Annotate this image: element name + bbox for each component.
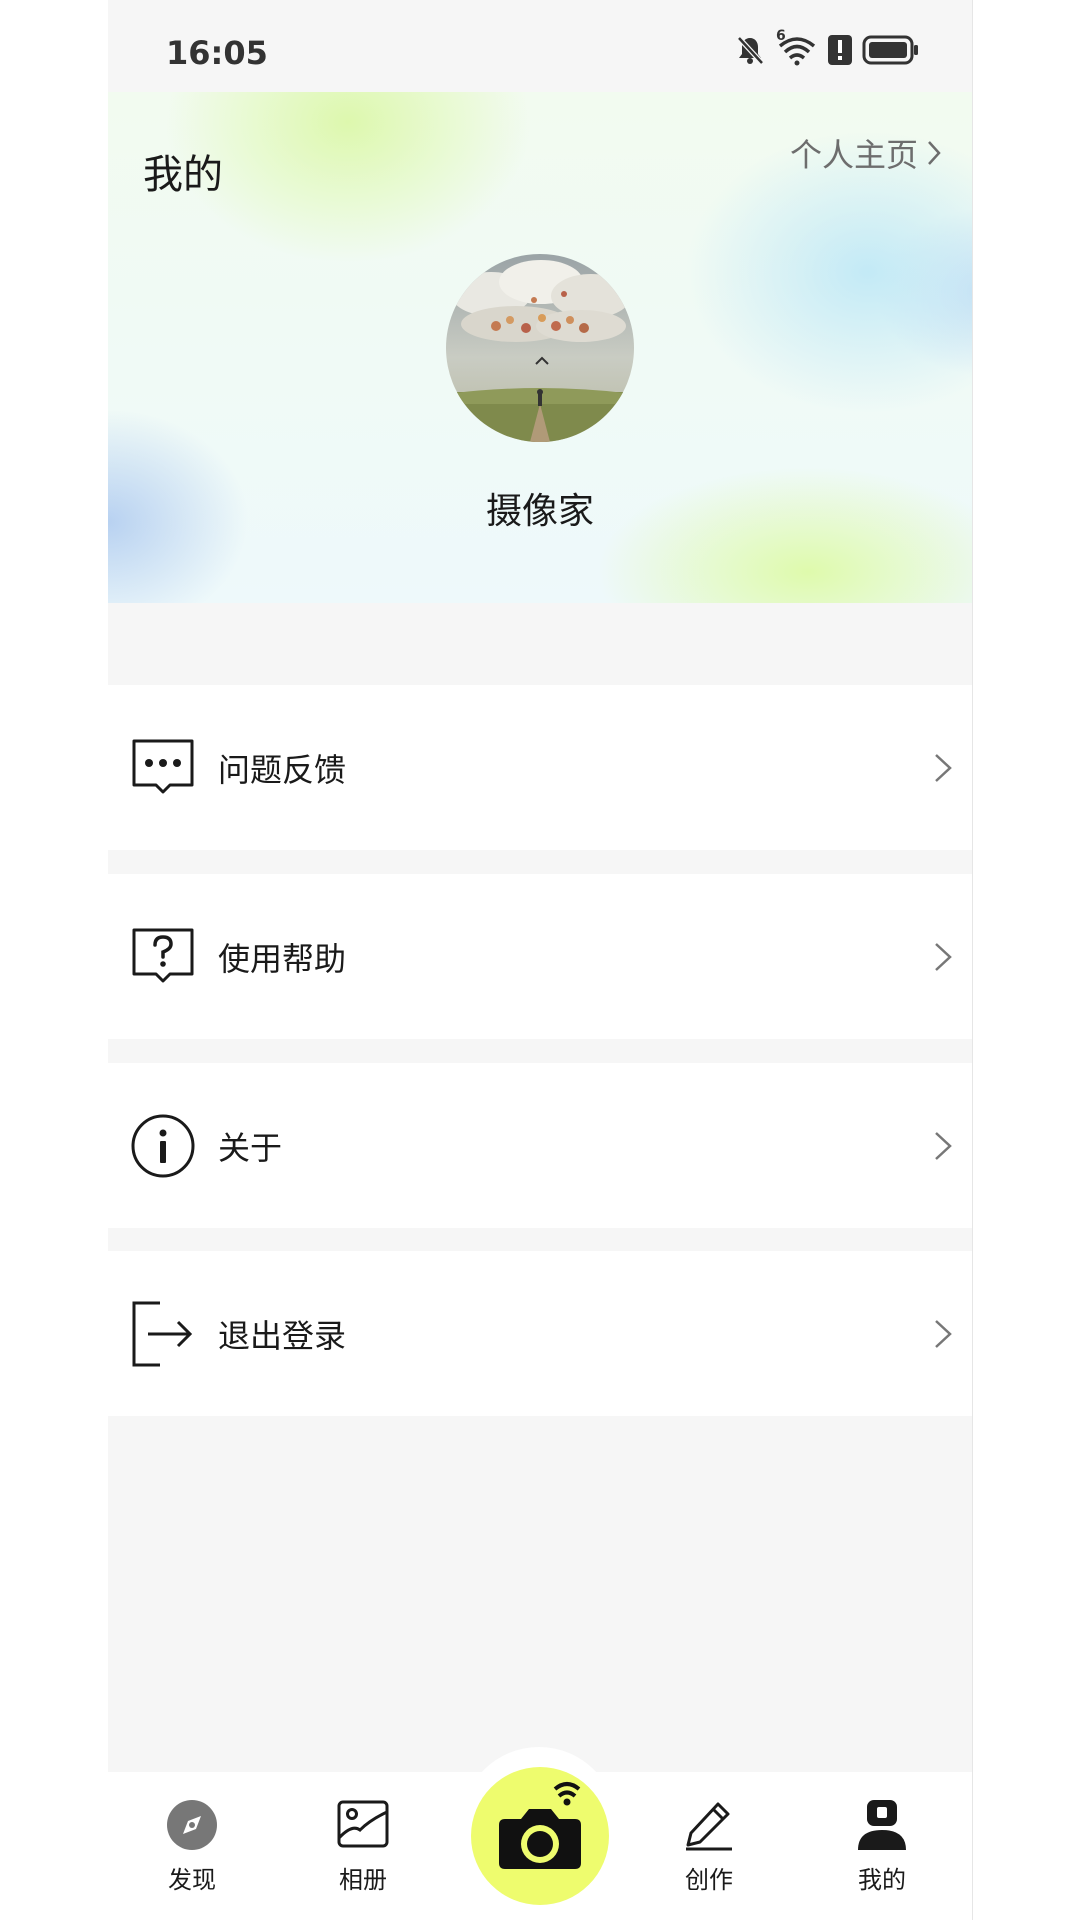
chevron-right-icon <box>935 1319 952 1348</box>
nav-label-discover: 发现 <box>168 1866 216 1894</box>
camera-wifi-icon <box>499 1782 581 1869</box>
pencil-icon <box>686 1802 732 1851</box>
nav-create[interactable]: 创作 <box>649 1798 769 1895</box>
nav-label-album: 相册 <box>339 1866 387 1894</box>
wifi-icon: 6 <box>776 28 818 66</box>
left-margin <box>0 0 108 1920</box>
menu-item-about[interactable]: 关于 <box>108 1063 972 1228</box>
alert-icon <box>828 35 852 65</box>
chevron-right-icon <box>928 141 941 165</box>
menu-label-feedback: 问题反馈 <box>218 750 347 789</box>
page-title: 我的 <box>143 152 223 198</box>
menu-item-help[interactable]: 使用帮助 <box>108 874 972 1039</box>
chevron-right-icon <box>935 1131 952 1160</box>
camera-button[interactable] <box>471 1767 609 1905</box>
profile-header: 我的 个人主页 摄像家 <box>108 92 972 603</box>
nav-label-create: 创作 <box>685 1866 733 1894</box>
battery-icon <box>862 35 918 65</box>
nav-label-mine: 我的 <box>858 1866 906 1894</box>
compass-icon <box>167 1800 217 1850</box>
info-icon <box>131 1114 195 1177</box>
menu-label-help: 使用帮助 <box>218 939 347 978</box>
help-question-icon <box>132 928 194 982</box>
chevron-right-icon <box>935 942 952 971</box>
mute-bell-icon <box>737 36 764 65</box>
phone-screen: 16:05 6 我的 个人主页 摄像家 问题反馈 使用帮助 关于 退出登录 发现… <box>108 0 972 1920</box>
username: 摄像家 <box>485 491 594 532</box>
avatar[interactable] <box>446 254 634 442</box>
personal-homepage-label: 个人主页 <box>789 136 918 174</box>
chevron-right-icon <box>935 753 952 782</box>
status-icons: 6 <box>734 28 920 66</box>
logout-icon <box>132 1301 193 1366</box>
menu-label-logout: 退出登录 <box>218 1316 347 1355</box>
status-time: 16:05 <box>166 34 268 72</box>
menu-label-about: 关于 <box>218 1128 283 1167</box>
menu-item-feedback[interactable]: 问题反馈 <box>108 685 972 850</box>
network-type-label: 6 <box>776 28 786 44</box>
person-icon <box>858 1800 906 1850</box>
album-icon <box>337 1800 389 1848</box>
nav-album[interactable]: 相册 <box>303 1798 423 1895</box>
nav-mine[interactable]: 我的 <box>822 1798 942 1895</box>
right-margin <box>972 0 1080 1920</box>
personal-homepage-link[interactable]: 个人主页 <box>790 130 942 176</box>
nav-discover[interactable]: 发现 <box>132 1798 252 1895</box>
status-bar: 16:05 6 <box>108 0 972 92</box>
menu-item-logout[interactable]: 退出登录 <box>108 1251 972 1416</box>
message-dots-icon <box>132 739 194 793</box>
